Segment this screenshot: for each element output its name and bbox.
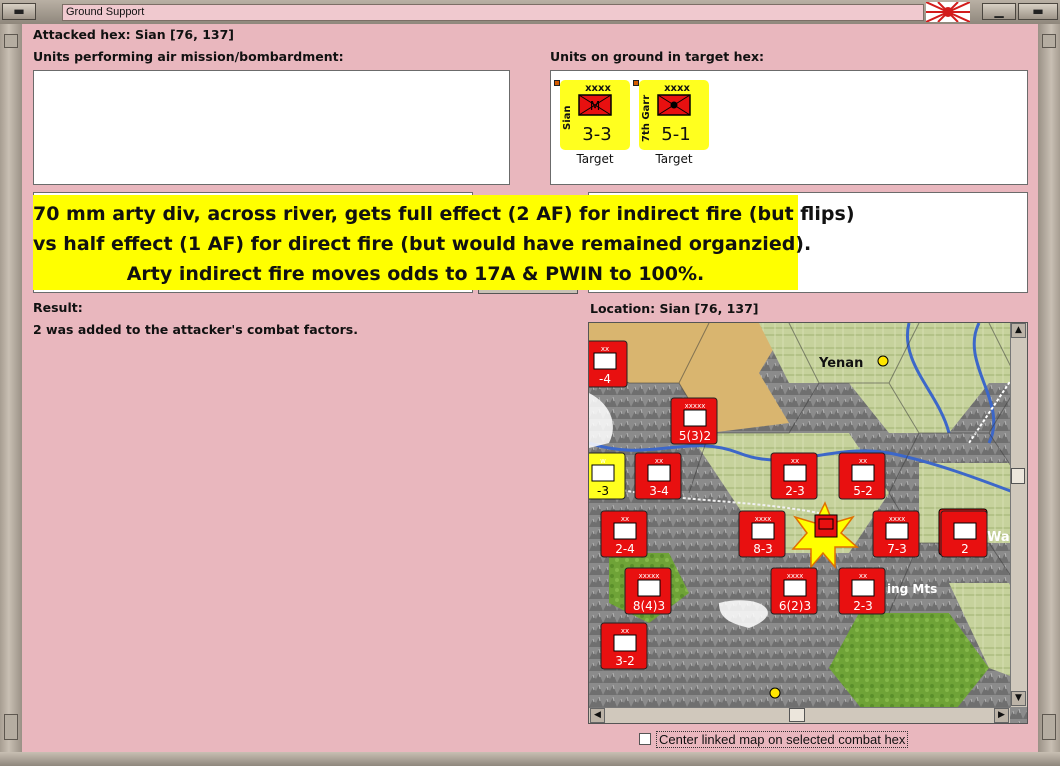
map-vertical-scrollbar[interactable] [1010,323,1027,707]
map-unit-counter[interactable]: xx 2-4 [600,510,648,558]
unit-strength: 5-1 [661,124,691,145]
map-unit-strength: 8-3 [753,542,773,556]
unit-size: xxxx [585,83,611,94]
window-frame-right [1038,24,1060,752]
location-label: Location: Sian [76, 137] [590,301,759,316]
unit-strength: 3-3 [582,124,612,145]
callout-line: 70 mm arty div, across river, gets full … [33,203,855,225]
map-place-wa: Wa [987,530,1010,545]
map-unit-size: w [600,457,606,465]
map-unit-strength: 7-3 [887,542,907,556]
garrison-symbol-icon [657,94,691,116]
map-unit-counter[interactable]: xx 5-2 [838,452,886,500]
map-unit-counter[interactable]: xx 2-3 [838,567,886,615]
scroll-left-button[interactable]: ◀ [590,708,605,723]
map-unit-size: xxxx [755,515,772,523]
unit-size: xxxx [664,83,690,94]
hex-map[interactable]: Yenan ing Mts Wa xx -4 xxxxx 5(3)2 xx 3-4 w -3 x… [589,323,1028,724]
unit-counter-7th-garr[interactable]: 7th Garr xxxx 5-1 [633,80,709,150]
scroll-down-button[interactable]: ▼ [1011,691,1026,706]
map-unit-size: xxxxx [639,572,660,580]
map-unit-counter[interactable]: xxxx 7-3 [872,510,920,558]
map-unit-strength: 3-4 [649,484,669,498]
map-unit-strength: 2 [961,542,969,556]
svg-text:M: M [590,99,600,113]
result-text: 2 was added to the attacker's combat fac… [33,322,358,337]
target-label: Target [576,152,614,166]
close-button[interactable]: ▬ [1018,3,1058,20]
unit-status-marker [633,80,639,86]
frame-grip[interactable] [4,34,18,48]
minimize-button[interactable]: ▁ [982,3,1016,20]
scroll-thumb-vertical[interactable] [1011,468,1025,484]
frame-grip[interactable] [1042,34,1056,48]
center-map-checkbox[interactable] [639,733,651,745]
system-menu-button[interactable]: ▬ [2,3,36,20]
map-unit-strength: 6(2)3 [779,599,811,613]
target-label: Target [655,152,693,166]
result-label: Result: [33,300,83,315]
callout-line: vs half effect (1 AF) for direct fire (b… [33,233,812,255]
window-frame-bottom [0,752,1060,766]
frame-grip[interactable] [4,714,18,740]
map-unit-counter[interactable]: xxxxx 5(3)2 [670,397,718,445]
scroll-right-button[interactable]: ▶ [994,708,1009,723]
callout-line: Arty indirect fire moves odds to 17A & P… [126,263,705,285]
map-unit-counter[interactable]: w -3 [589,452,626,500]
map-unit-size: xx [859,457,867,465]
unit-counter-sian[interactable]: Sian xxxx M 3-3 [554,80,630,150]
window-title: Ground Support [62,4,924,21]
map-unit-size: xx [791,457,799,465]
map-unit-strength: -4 [599,372,611,386]
map-unit-size: xx [601,345,609,353]
map-place-mts: ing Mts [887,582,937,596]
unit-status-marker [554,80,560,86]
map-unit-counter[interactable]: xx 3-2 [600,622,648,670]
rising-sun-flag-icon [926,2,970,22]
map-unit-strength: 2-4 [615,542,635,556]
map-unit-strength: 3-2 [615,654,635,668]
map-unit-strength: 2-3 [853,599,873,613]
map-unit-counter[interactable]: 2 [940,510,988,558]
location-map[interactable]: Yenan ing Mts Wa xx -4 xxxxx 5(3)2 xx 3-4 w -3 x… [588,322,1028,724]
map-place-yenan: Yenan [818,356,863,371]
map-unit-counter[interactable]: xxxxx 8(4)3 [624,567,672,615]
map-unit-strength: 5-2 [853,484,873,498]
scroll-thumb-horizontal[interactable] [789,708,805,722]
map-unit-size: xx [859,572,867,580]
map-unit-size: xxxxx [685,402,706,410]
map-unit-counter[interactable]: xx -4 [589,340,628,388]
map-unit-strength: 8(4)3 [633,599,665,613]
militia-symbol-icon: M [578,94,612,116]
map-unit-counter[interactable]: xxxx 6(2)3 [770,567,818,615]
attacked-hex-label: Attacked hex: Sian [76, 137] [33,27,235,42]
map-unit-strength: 2-3 [785,484,805,498]
map-unit-strength: 5(3)2 [679,429,711,443]
center-map-checkbox-label[interactable]: Center linked map on selected combat hex [656,731,909,748]
map-unit-counter[interactable]: xx 2-3 [770,452,818,500]
map-unit-size: xx [621,515,629,523]
annotation-callout: 70 mm arty div, across river, gets full … [33,195,855,290]
title-bar: ▬ Ground Support ▁ ▬ [0,0,1060,25]
window-frame-left [0,24,22,752]
air-units-label: Units performing air mission/bombardment… [33,49,344,64]
frame-grip[interactable] [1042,714,1056,740]
air-units-list[interactable] [33,70,510,185]
map-unit-counter[interactable]: xxxx 8-3 [738,510,786,558]
map-unit-size: xx [621,627,629,635]
ground-units-list[interactable]: Sian xxxx M 3-3 Target 7th Garr xxxx 5-1… [550,70,1028,185]
map-unit-size: xxxx [889,515,906,523]
scroll-up-button[interactable]: ▲ [1011,323,1026,338]
ground-units-label: Units on ground in target hex: [550,49,765,64]
map-unit-size: xxxx [787,572,804,580]
map-unit-counter[interactable]: xx 3-4 [634,452,682,500]
map-unit-size: xx [655,457,663,465]
map-unit-strength: -3 [597,484,609,498]
